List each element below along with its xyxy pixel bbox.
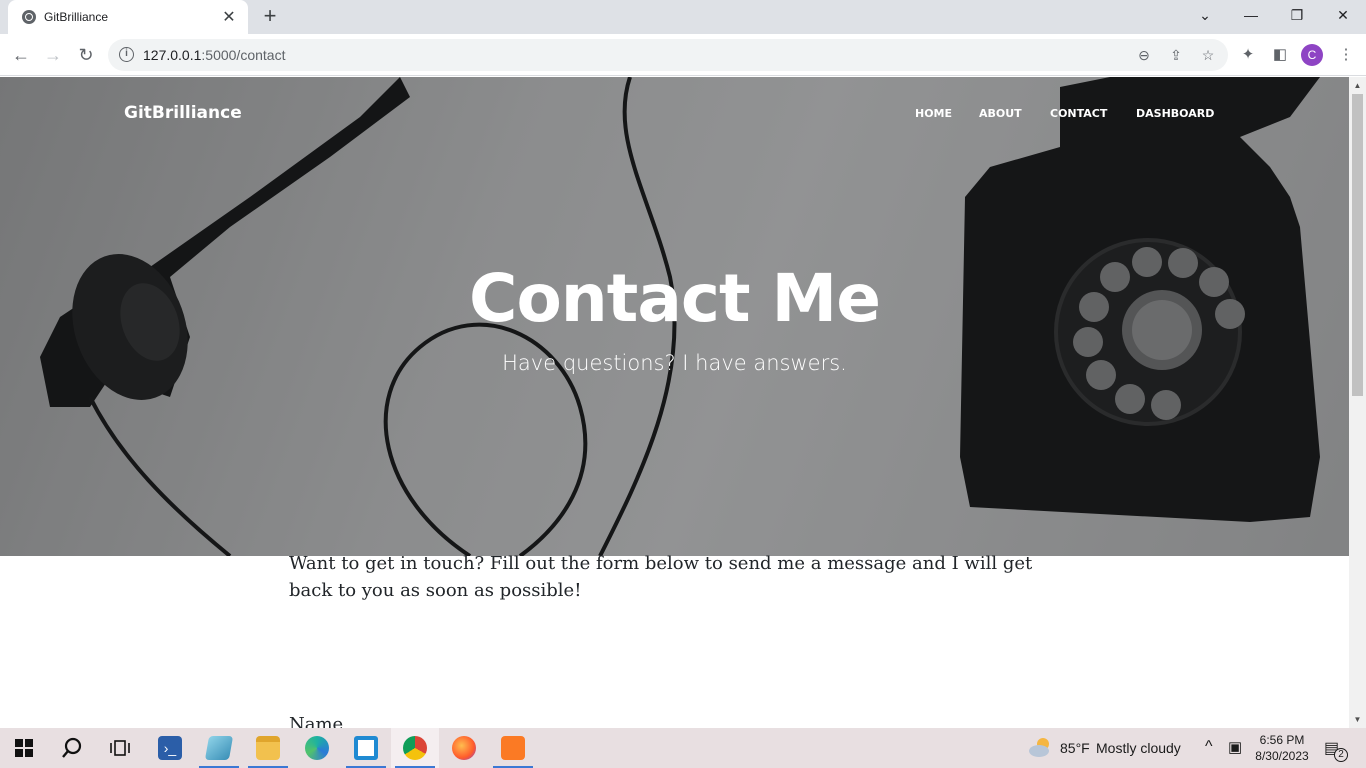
bookmark-star-icon[interactable]: ☆ — [1198, 45, 1218, 65]
task-view-icon[interactable] — [96, 728, 144, 768]
globe-icon — [22, 10, 36, 24]
vscode-icon[interactable] — [342, 728, 390, 768]
scroll-down-icon[interactable]: ▼ — [1349, 711, 1366, 728]
share-icon[interactable]: ⇪ — [1166, 45, 1186, 65]
page-viewport: GitBrilliance HOME ABOUT CONTACT DASHBOA… — [0, 77, 1349, 728]
browser-tab[interactable]: GitBrilliance ✕ — [8, 0, 248, 34]
nav-about[interactable]: ABOUT — [979, 107, 1022, 120]
tab-close-button[interactable]: ✕ — [220, 7, 238, 27]
site-brand[interactable]: GitBrilliance — [124, 103, 242, 123]
windows-logo-icon — [15, 739, 33, 757]
back-icon[interactable]: ← — [9, 43, 33, 67]
forward-icon[interactable]: → — [41, 43, 65, 67]
nav-dashboard[interactable]: DASHBOARD — [1136, 107, 1214, 120]
close-window-button[interactable]: ✕ — [1320, 0, 1366, 30]
start-button[interactable] — [0, 728, 48, 768]
taskbar-clock[interactable]: 6:56 PM 8/30/2023 — [1252, 732, 1312, 764]
restore-button[interactable]: ❐ — [1274, 0, 1320, 30]
profile-avatar[interactable]: C — [1301, 44, 1323, 66]
file-explorer-icon[interactable] — [244, 728, 292, 768]
page-scrollbar[interactable]: ▲ ▼ — [1349, 77, 1366, 728]
app-icon[interactable] — [195, 728, 243, 768]
browser-toolbar: ← → ↻ i 127.0.0.1:5000/contact ⊖ ⇪ ☆ ✦ ◧… — [0, 34, 1366, 76]
page-subtitle: Have questions? I have answers. — [502, 351, 847, 375]
minimize-button[interactable]: — — [1228, 0, 1274, 30]
notification-count-badge: 2 — [1334, 748, 1348, 762]
tab-search-button[interactable]: ⌄ — [1182, 0, 1228, 30]
chrome-icon[interactable] — [391, 728, 439, 768]
reload-icon[interactable]: ↻ — [74, 43, 98, 67]
new-tab-button[interactable]: + — [259, 5, 281, 27]
cloudy-weather-icon[interactable] — [1028, 736, 1052, 758]
scroll-up-icon[interactable]: ▲ — [1349, 77, 1366, 94]
hero-header: GitBrilliance HOME ABOUT CONTACT DASHBOA… — [0, 77, 1349, 556]
nav-contact[interactable]: CONTACT — [1050, 107, 1107, 120]
extensions-icon[interactable]: ✦ — [1238, 45, 1258, 65]
clock-date: 8/30/2023 — [1255, 749, 1309, 763]
site-info-icon[interactable]: i — [119, 47, 134, 62]
url-path: :5000/contact — [201, 47, 286, 63]
edge-icon[interactable] — [293, 728, 341, 768]
menu-kebab-icon[interactable]: ⋮ — [1336, 45, 1356, 65]
scrollbar-thumb[interactable] — [1352, 94, 1363, 396]
zoom-icon[interactable]: ⊖ — [1134, 45, 1154, 65]
intro-paragraph: Want to get in touch? Fill out the form … — [289, 553, 1033, 601]
search-icon[interactable] — [48, 728, 96, 768]
nav-home[interactable]: HOME — [915, 107, 952, 120]
network-icon[interactable]: ▣ — [1228, 738, 1242, 756]
side-panel-icon[interactable]: ◧ — [1270, 45, 1290, 65]
url-text[interactable]: 127.0.0.1:5000/contact — [143, 47, 285, 63]
powershell-icon[interactable]: ›_ — [146, 728, 194, 768]
clock-time: 6:56 PM — [1259, 733, 1305, 747]
xampp-icon[interactable] — [489, 728, 537, 768]
tab-title: GitBrilliance — [44, 10, 109, 24]
show-hidden-icons-chevron-icon[interactable]: ^ — [1205, 738, 1213, 756]
url-host: 127.0.0.1 — [143, 47, 202, 63]
weather-temperature[interactable]: 85°F — [1060, 740, 1090, 756]
taskbar: ›_ 85°F Mostly cloudy ^ ▣ ▤ 2 — [0, 728, 1366, 768]
tab-strip: GitBrilliance ✕ + ⌄ — ❐ ✕ — [0, 0, 1366, 34]
address-bar[interactable]: i 127.0.0.1:5000/contact ⊖ ⇪ ☆ — [108, 39, 1228, 71]
page-title: Contact Me — [469, 260, 881, 337]
weather-description[interactable]: Mostly cloudy — [1096, 740, 1181, 756]
firefox-icon[interactable] — [440, 728, 488, 768]
name-field-label: Name — [289, 714, 344, 728]
